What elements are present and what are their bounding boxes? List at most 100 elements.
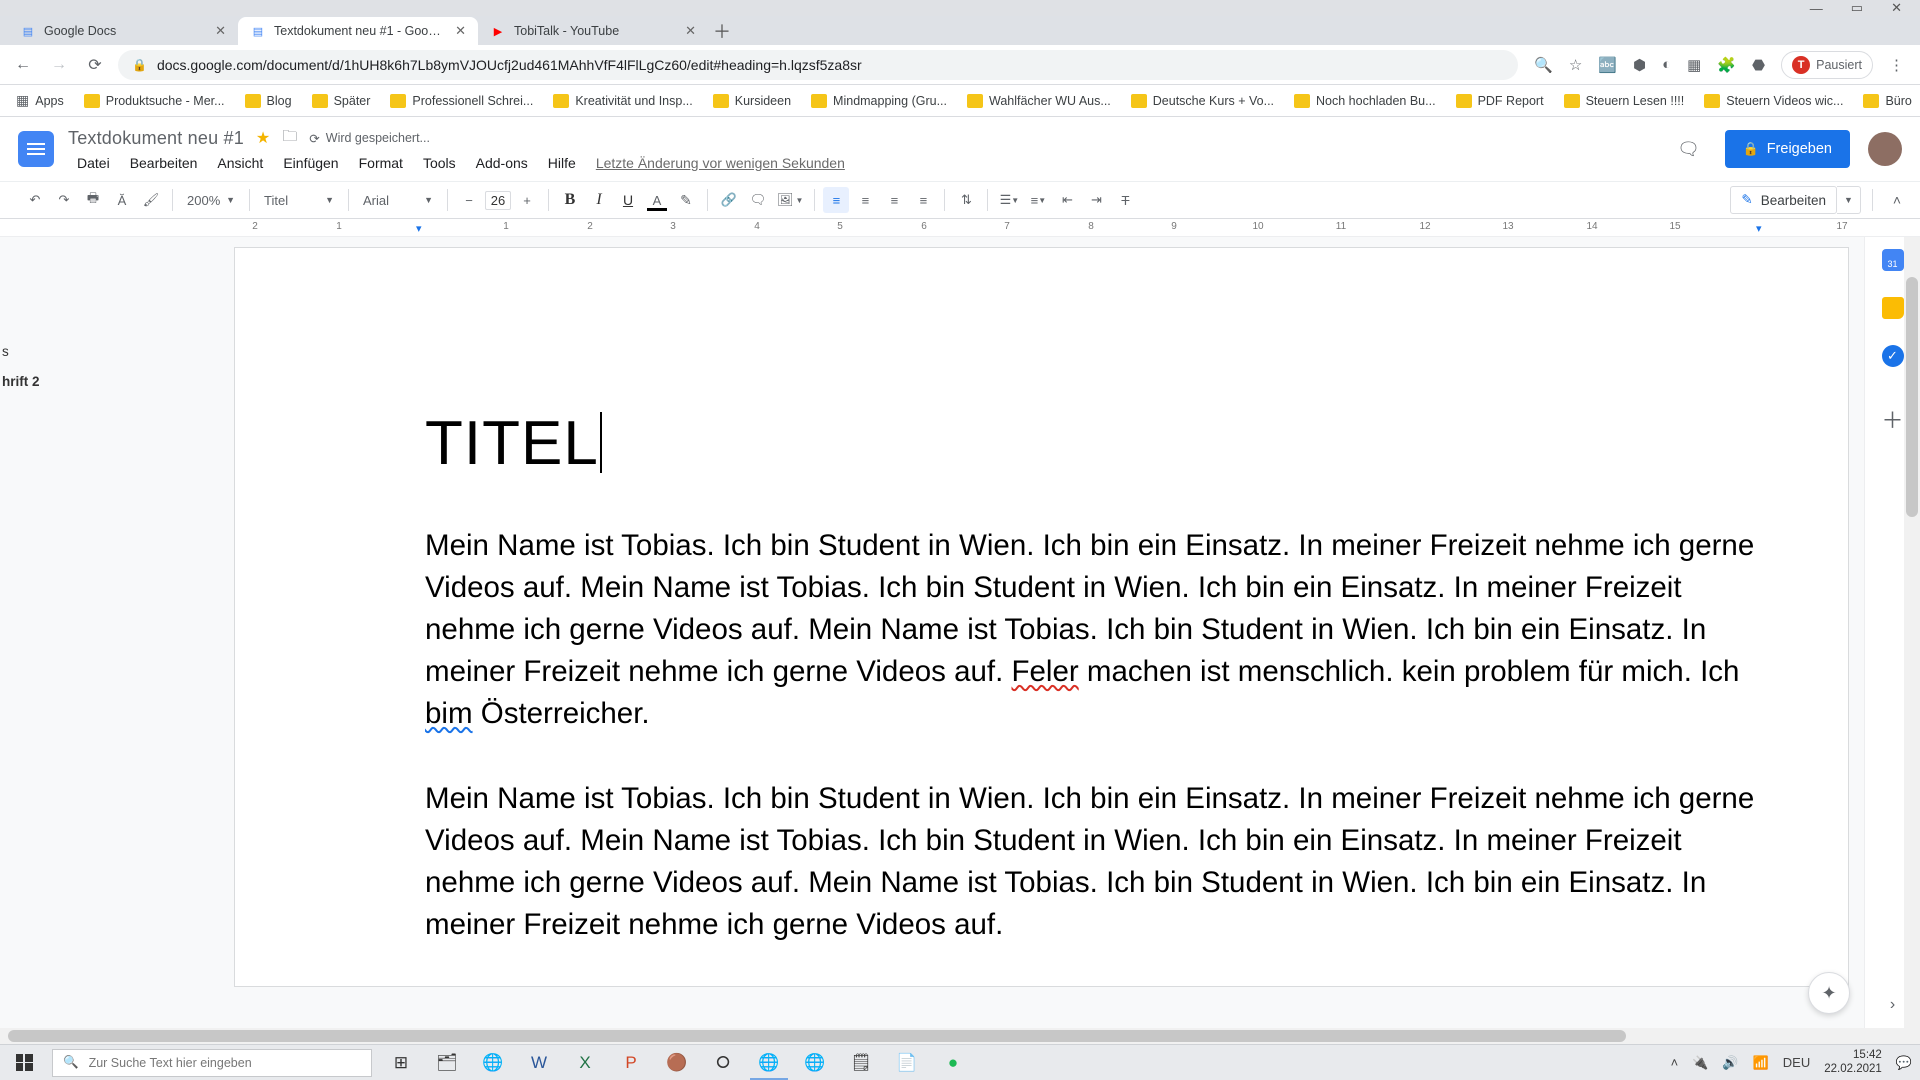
horizontal-scrollbar[interactable] (0, 1028, 1904, 1044)
bookmark-item[interactable]: Wahlfächer WU Aus... (961, 94, 1117, 108)
decrease-indent-button[interactable]: ⇤ (1054, 187, 1080, 213)
bookmark-item[interactable]: Steuern Videos wic... (1698, 94, 1849, 108)
bookmark-item[interactable]: Blog (239, 94, 298, 108)
spellcheck-button[interactable]: Ᾰ (109, 187, 135, 213)
extension-icon[interactable]: ⬣ (1752, 56, 1765, 74)
bookmark-item[interactable]: Mindmapping (Gru... (805, 94, 953, 108)
edge-legacy-icon[interactable]: 🌐 (470, 1045, 516, 1080)
obs-icon[interactable]: ⭘ (700, 1045, 746, 1080)
browser-tab-active[interactable]: ▤ Textdokument neu #1 - Google D ✕ (238, 17, 478, 45)
indent-marker-icon[interactable]: ▾ (416, 222, 422, 235)
puzzle-extensions-icon[interactable]: 🧩 (1717, 56, 1736, 74)
clear-formatting-button[interactable]: T (1112, 187, 1138, 213)
bookmark-item[interactable]: Produktsuche - Mer... (78, 94, 231, 108)
indent-marker-icon[interactable]: ▾ (1756, 222, 1762, 235)
comments-icon[interactable]: 🗨 (1671, 131, 1707, 167)
nav-back-button[interactable]: ← (10, 52, 36, 78)
file-explorer-icon[interactable]: 🗂 (424, 1045, 470, 1080)
tasks-icon[interactable] (1882, 345, 1904, 367)
menu-help[interactable]: Hilfe (539, 153, 585, 173)
font-family-select[interactable]: Arial▼ (357, 187, 439, 213)
add-addon-icon[interactable]: ＋ (1881, 403, 1903, 435)
app-icon[interactable]: 🟤 (654, 1045, 700, 1080)
tab-close-icon[interactable]: ✕ (215, 23, 226, 39)
account-avatar[interactable] (1868, 132, 1902, 166)
editing-mode-button[interactable]: ✎ Bearbeiten (1730, 186, 1837, 214)
share-button[interactable]: 🔒 Freigeben (1725, 130, 1850, 168)
menu-insert[interactable]: Einfügen (274, 153, 347, 173)
bookmark-item[interactable]: Büro (1857, 94, 1917, 108)
browser-tab[interactable]: ▤ Google Docs ✕ (8, 17, 238, 45)
spotify-icon[interactable]: ● (930, 1045, 976, 1080)
tray-lang[interactable]: DEU (1783, 1055, 1810, 1070)
paragraph-style-select[interactable]: Titel▼ (258, 187, 340, 213)
horizontal-ruler[interactable]: 2 1 ▾ 1 2 3 4 5 6 7 8 9 10 11 12 13 14 1… (0, 219, 1920, 237)
menu-edit[interactable]: Bearbeiten (121, 153, 207, 173)
start-button[interactable] (0, 1045, 48, 1080)
bulleted-list-button[interactable]: ≡▼ (1025, 187, 1051, 213)
font-size-input[interactable]: 26 (485, 191, 511, 210)
calendar-icon[interactable] (1882, 249, 1904, 271)
font-size-decrease[interactable]: − (456, 187, 482, 213)
highlight-color-button[interactable] (673, 187, 699, 213)
align-justify-button[interactable]: ≡ (910, 187, 936, 213)
translate-icon[interactable]: 🔤 (1598, 56, 1617, 74)
menu-addons[interactable]: Add-ons (467, 153, 537, 173)
window-close[interactable]: ✕ (1891, 0, 1902, 16)
print-button[interactable]: 🖶 (80, 187, 106, 213)
document-paragraph[interactable]: Mein Name ist Tobias. Ich bin Student in… (425, 778, 1755, 946)
menu-tools[interactable]: Tools (414, 153, 465, 173)
last-modified-link[interactable]: Letzte Änderung vor wenigen Sekunden (587, 153, 854, 173)
increase-indent-button[interactable]: ⇥ (1083, 187, 1109, 213)
align-left-button[interactable]: ≡ (823, 187, 849, 213)
undo-button[interactable]: ↶ (22, 187, 48, 213)
zoom-select[interactable]: 200%▼ (181, 187, 241, 213)
excel-icon[interactable]: X (562, 1045, 608, 1080)
profile-chip[interactable]: T Pausiert (1781, 51, 1873, 79)
bookmark-star-icon[interactable]: ☆ (1569, 56, 1582, 74)
menu-format[interactable]: Format (350, 153, 412, 173)
powerpoint-icon[interactable]: P (608, 1045, 654, 1080)
docs-logo-icon[interactable] (18, 131, 54, 167)
numbered-list-button[interactable]: ☰▼ (996, 187, 1022, 213)
insert-comment-button[interactable]: 🗨 (745, 187, 771, 213)
document-title-text[interactable]: TITEL (425, 408, 599, 479)
omnibox[interactable]: 🔒 docs.google.com/document/d/1hUH8k6h7Lb… (118, 50, 1518, 80)
underline-button[interactable]: U (615, 187, 641, 213)
bookmark-item[interactable]: Deutsche Kurs + Vo... (1125, 94, 1280, 108)
power-icon[interactable]: 🔌 (1692, 1055, 1708, 1071)
vertical-scrollbar[interactable] (1904, 237, 1920, 1044)
spelling-error[interactable]: Feler (1012, 655, 1079, 688)
bold-button[interactable]: B (557, 187, 583, 213)
notifications-icon[interactable]: 💬 (1896, 1055, 1912, 1071)
tab-close-icon[interactable]: ✕ (455, 23, 466, 39)
word-icon[interactable]: W (516, 1045, 562, 1080)
bookmark-item[interactable]: PDF Report (1450, 94, 1550, 108)
apps-grid-icon[interactable]: ▦ (1687, 56, 1701, 74)
text-color-button[interactable]: A (644, 187, 670, 213)
bookmark-item[interactable]: Kursideen (707, 94, 797, 108)
insert-image-button[interactable]: 🖼▼ (774, 187, 806, 213)
move-folder-icon[interactable]: 🗀 (282, 126, 297, 151)
notepad-icon[interactable]: 📄 (884, 1045, 930, 1080)
bookmark-item[interactable]: Professionell Schrei... (384, 94, 539, 108)
scrollbar-thumb[interactable] (8, 1030, 1626, 1042)
star-icon[interactable]: ★ (256, 128, 270, 148)
document-page[interactable]: TITEL Mein Name ist Tobias. Ich bin Stud… (234, 247, 1849, 987)
taskbar-search[interactable]: 🔍 Zur Suche Text hier eingeben (52, 1049, 372, 1077)
extension-icon[interactable]: ⬢ (1633, 56, 1646, 74)
editing-mode-dropdown[interactable]: ▼ (1837, 186, 1861, 214)
network-icon[interactable]: 📶 (1753, 1055, 1769, 1071)
edge-icon[interactable]: 🌐 (792, 1045, 838, 1080)
extension-icon[interactable]: ◐ (1662, 56, 1671, 73)
insert-link-button[interactable]: 🔗 (716, 187, 742, 213)
paint-format-button[interactable]: 🖌 (138, 187, 164, 213)
outline-item[interactable]: hrift 2 (0, 367, 40, 397)
explore-fab[interactable]: ✦ (1808, 972, 1850, 1014)
keep-icon[interactable] (1882, 297, 1904, 319)
menu-view[interactable]: Ansicht (208, 153, 272, 173)
line-spacing-button[interactable]: ⇅ (953, 187, 979, 213)
redo-button[interactable]: ↷ (51, 187, 77, 213)
bookmark-item[interactable]: Steuern Lesen !!!! (1558, 94, 1691, 108)
tray-overflow-icon[interactable]: ˄ (1671, 1055, 1679, 1070)
